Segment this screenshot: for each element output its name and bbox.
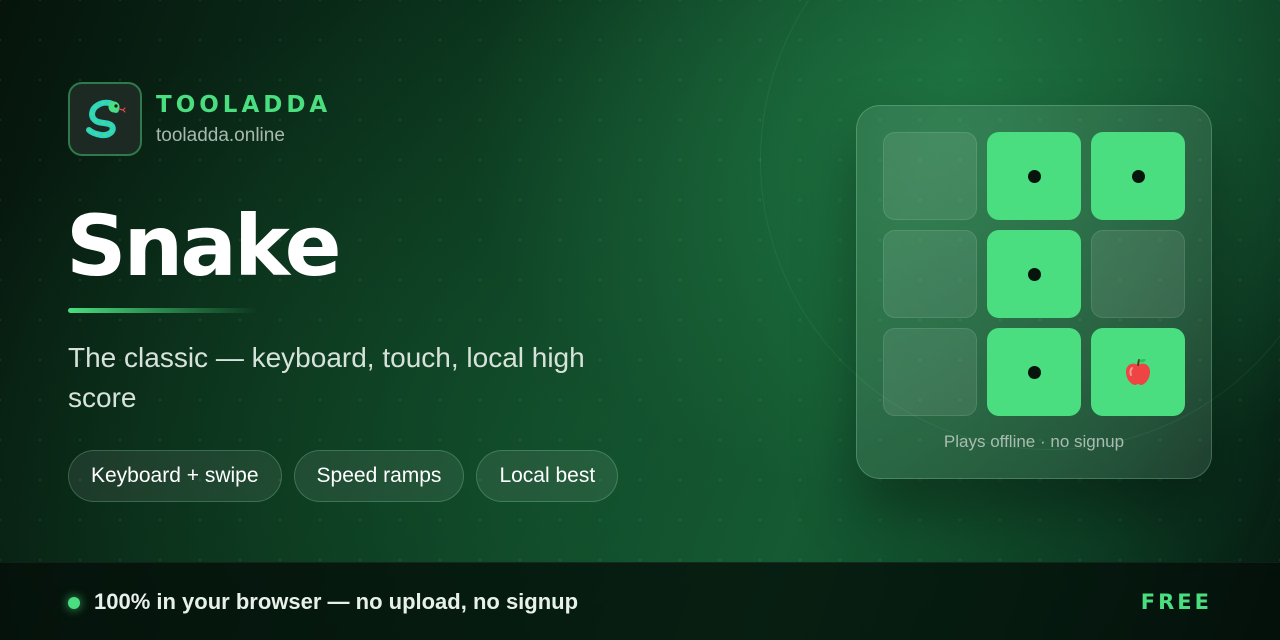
grid-cell-snake [987,132,1081,220]
feature-chip-local-best: Local best [476,450,619,502]
snake-segment-icon [1027,169,1041,183]
footer-text: 100% in your browser — no upload, no sig… [94,589,579,614]
snake-segment-icon [1131,169,1145,183]
snake-segment-icon [1027,267,1041,281]
grid-cell-apple [1091,328,1185,416]
grid-cell-empty [883,328,977,416]
status-dot-icon [68,597,80,609]
title-underline [68,308,258,313]
apple-icon [1126,359,1150,385]
feature-chips: Keyboard + swipe Speed ramps Local best [68,450,619,502]
snake-segment-icon [1027,365,1041,379]
brand-name: TOOLADDA [156,92,332,118]
page-title: Snake [66,197,342,295]
brand-url[interactable]: tooladda.online [156,125,331,147]
brand[interactable]: TOOLADDA tooladda.online [68,82,331,156]
page-subtitle: The classic — keyboard, touch, local hig… [68,342,585,413]
footer-bar: 100% in your browser — no upload, no sig… [0,562,1280,640]
feature-chip-keyboard: Keyboard + swipe [68,450,282,502]
grid-cell-empty [1091,230,1185,318]
free-badge: FREE [1140,590,1212,614]
grid-cell-empty [883,230,977,318]
snake-icon [68,82,142,156]
grid-cell-snake [987,230,1081,318]
game-preview-card: Plays offline · no signup [856,105,1212,479]
preview-caption: Plays offline · no signup [943,432,1125,451]
game-preview-grid [883,132,1185,416]
grid-cell-snake [1091,132,1185,220]
feature-chip-speed: Speed ramps [293,450,465,502]
grid-cell-snake [987,328,1081,416]
grid-cell-empty [883,132,977,220]
